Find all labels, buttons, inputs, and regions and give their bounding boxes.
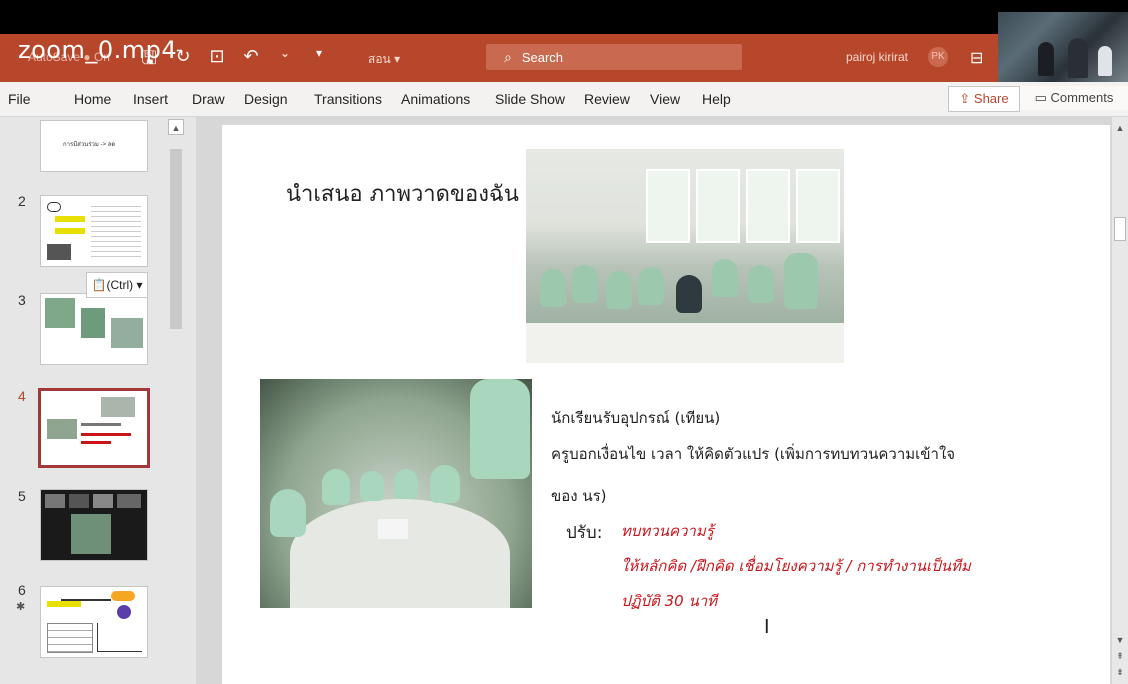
tab-home[interactable]: Home <box>74 91 111 107</box>
tab-animations[interactable]: Animations <box>401 91 470 107</box>
comments-button[interactable]: ▭ Comments <box>1020 86 1128 110</box>
comments-icon: ▭ <box>1034 90 1051 105</box>
undo-dropdown-icon[interactable]: ⌄ <box>274 46 296 76</box>
tab-transitions[interactable]: Transitions <box>314 91 382 107</box>
slide-text-line-3[interactable]: ของ นร) <box>551 484 607 508</box>
scrollbar-thumb[interactable] <box>170 149 182 329</box>
thumbnail-slide-4-selected[interactable] <box>38 388 150 468</box>
tab-help[interactable]: Help <box>702 91 731 107</box>
adjust-label[interactable]: ปรับ: <box>566 519 602 546</box>
webcam-overlay <box>998 12 1128 86</box>
text-cursor-icon: I <box>764 616 770 638</box>
search-box[interactable]: ⌕ Search <box>486 44 742 70</box>
search-placeholder: Search <box>521 49 564 65</box>
clipboard-icon: 📋 <box>91 278 107 292</box>
ribbon-display-icon[interactable]: ⊟ <box>970 48 983 68</box>
slide-text-line-2[interactable]: ครูบอกเงื่อนไข เวลา ให้คิดตัวแปร (เพิ่มก… <box>551 442 955 466</box>
thumbnail-number: 5 <box>18 488 26 504</box>
previous-slide-icon[interactable]: ⇞ <box>1112 649 1128 663</box>
user-avatar[interactable]: PK <box>928 47 948 67</box>
thumbnail-slide-1[interactable]: การมีส่วนร่วม -> ลด <box>40 120 148 172</box>
tab-design[interactable]: Design <box>244 91 288 107</box>
paste-options-button[interactable]: 📋(Ctrl) ▾ <box>86 272 148 298</box>
tab-view[interactable]: View <box>650 91 680 107</box>
save-icon[interactable]: 🖫 <box>138 46 160 76</box>
document-name[interactable]: สอน ▾ <box>368 50 400 69</box>
quick-access-toolbar: 🖫 ↻ ⊡ ↶ ⌄ ▾ <box>138 46 330 76</box>
share-label: Share <box>973 91 1009 106</box>
next-slide-icon[interactable]: ⇟ <box>1112 665 1128 679</box>
customize-toolbar-icon[interactable]: ▾ <box>308 46 330 76</box>
slide-red-text-1[interactable]: ทบทวนความรู้ <box>621 519 714 543</box>
animation-star-icon: ✱ <box>16 601 26 613</box>
thumbnail-slide-2[interactable] <box>40 195 148 267</box>
tab-slide-show[interactable]: Slide Show <box>495 91 565 107</box>
thumbnail-number: 3 <box>18 292 26 308</box>
scroll-up-icon[interactable]: ▲ <box>168 119 184 135</box>
thumbnail-slide-5[interactable] <box>40 489 148 561</box>
thumbnail-caption: การมีส่วนร่วม -> ลด <box>63 142 116 148</box>
thumbnail-slide-6[interactable] <box>40 586 148 658</box>
students-table-photo[interactable] <box>260 379 532 608</box>
scrollbar-thumb[interactable] <box>1114 217 1126 241</box>
scroll-up-icon[interactable]: ▲ <box>1112 121 1128 135</box>
slide-title[interactable]: นำเสนอ ภาพวาดของฉัน <box>286 176 519 211</box>
tab-review[interactable]: Review <box>584 91 630 107</box>
scroll-down-icon[interactable]: ▼ <box>1112 633 1128 647</box>
tab-file[interactable]: File <box>8 91 31 107</box>
thumbnail-number: 6 <box>18 582 26 598</box>
slide-scrollbar[interactable]: ▲ ▼ ⇞ ⇟ <box>1112 117 1128 684</box>
search-icon: ⌕ <box>504 48 512 65</box>
paste-chip-label: (Ctrl) ▾ <box>106 278 143 292</box>
ribbon-tabs: File Home Insert Draw Design Transitions… <box>0 82 1128 117</box>
slide-red-text-2[interactable]: ให้หลักคิด /ฝึกคิด เชื่อมโยงความรู้ / กา… <box>621 554 971 578</box>
classroom-photo[interactable] <box>526 149 844 363</box>
redo-icon[interactable]: ↻ <box>172 46 194 76</box>
user-name[interactable]: pairoj kirirat <box>846 50 908 64</box>
tab-draw[interactable]: Draw <box>192 91 225 107</box>
thumbnail-scrollbar[interactable]: ▲ <box>168 119 184 679</box>
slide-text-line-1[interactable]: นักเรียนรับอุปกรณ์ (เทียน) <box>551 406 720 430</box>
top-letterbox <box>0 0 1128 34</box>
tab-insert[interactable]: Insert <box>133 91 168 107</box>
share-icon: ⇪ <box>959 91 974 106</box>
share-button[interactable]: ⇪ Share <box>948 86 1020 112</box>
undo-icon[interactable]: ↶ <box>240 46 262 76</box>
title-bar: AutoSave ● On zoom_0.mp4 🖫 ↻ ⊡ ↶ ⌄ ▾ สอน… <box>0 34 1128 82</box>
slide-red-text-3[interactable]: ปฏิบัติ 30 นาที <box>621 589 717 613</box>
thumbnail-number: 2 <box>18 193 26 209</box>
comments-label: Comments <box>1050 90 1114 105</box>
thumbnail-number-selected: 4 <box>18 388 26 404</box>
thumbnail-slide-3[interactable] <box>40 293 148 365</box>
present-icon[interactable]: ⊡ <box>206 46 228 76</box>
